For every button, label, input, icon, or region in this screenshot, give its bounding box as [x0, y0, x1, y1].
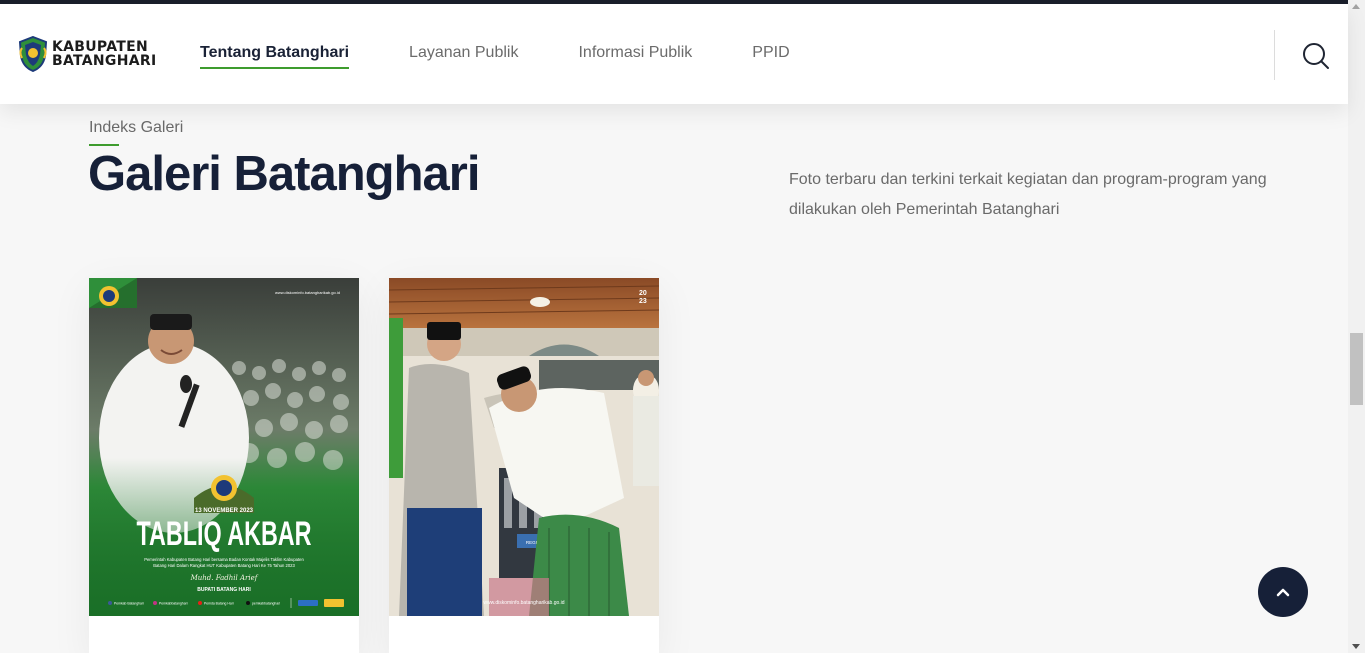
gallery-card-tabliq-akbar[interactable]: www.diskominfo.batangharikab.go.id 13 NO… [89, 278, 359, 653]
scroll-down-arrow-icon[interactable] [1352, 644, 1360, 649]
card1-caption-2: Batang Hari Dalam Rangkat HUT Kabupaten … [153, 563, 295, 568]
card1-headline: TABLIQ AKBAR [137, 515, 312, 553]
main-nav: Tentang Batanghari Layanan Publik Inform… [200, 44, 850, 69]
site-logo[interactable]: KABUPATEN BATANGHARI [18, 36, 156, 72]
card1-caption-1: Pemerintah Kabupaten Batang Hari bersama… [144, 557, 304, 562]
nav-layanan-publik[interactable]: Layanan Publik [409, 44, 518, 69]
chevron-up-icon [1276, 588, 1290, 597]
card2-year-bottom: 23 [639, 298, 647, 305]
page-title: Galeri Batanghari [88, 147, 480, 201]
logo-line-1: KABUPATEN [52, 39, 148, 55]
nav-informasi-publik[interactable]: Informasi Publik [578, 44, 692, 69]
logo-line-2: BATANGHARI [52, 53, 157, 69]
card1-social-instagram: Pemkabbatanghari [159, 602, 188, 606]
site-header: KABUPATEN BATANGHARI Tentang Batanghari … [0, 4, 1348, 104]
logo-text: KABUPATEN BATANGHARI [52, 40, 156, 68]
card2-url: www.diskominfo.batangharikab.go.id [483, 600, 564, 606]
gallery-card-greeting[interactable]: 20 23 REGENCY www.diskominfo.batangharik… [389, 278, 659, 653]
gallery-image-greeting: 20 23 REGENCY www.diskominfo.batangharik… [389, 278, 659, 616]
search-icon[interactable] [1302, 42, 1330, 70]
batanghari-emblem-icon [18, 36, 48, 72]
card1-url: www.diskominfo.batangharikab.go.id [275, 290, 340, 295]
nav-tentang-batanghari[interactable]: Tentang Batanghari [200, 44, 350, 69]
card1-role: BUPATI BATANG HARI [197, 587, 251, 593]
scroll-up-arrow-icon[interactable] [1352, 4, 1360, 9]
card1-signature: Muhd. Fadhil Arief [190, 574, 259, 582]
nav-ppid[interactable]: PPID [752, 44, 789, 69]
gallery-image-tabliq-akbar: www.diskominfo.batangharikab.go.id 13 NO… [89, 278, 359, 616]
scrollbar-thumb[interactable] [1350, 333, 1363, 405]
card1-social-tiktok: pemkabbatanghari [252, 602, 280, 606]
header-divider [1274, 30, 1275, 80]
section-description: Foto terbaru dan terkini terkait kegiata… [789, 171, 1267, 218]
card1-social-facebook: Pemkab Batanghari [114, 602, 144, 606]
section-eyebrow: Indeks Galeri [89, 119, 184, 136]
card2-year-top: 20 [639, 290, 647, 297]
card1-date: 13 NOVEMBER 2023 [195, 508, 254, 514]
card1-social-youtube: Pemda Batang Hari [204, 602, 234, 606]
back-to-top-button[interactable] [1258, 567, 1308, 617]
page-scrollbar[interactable] [1348, 0, 1365, 653]
